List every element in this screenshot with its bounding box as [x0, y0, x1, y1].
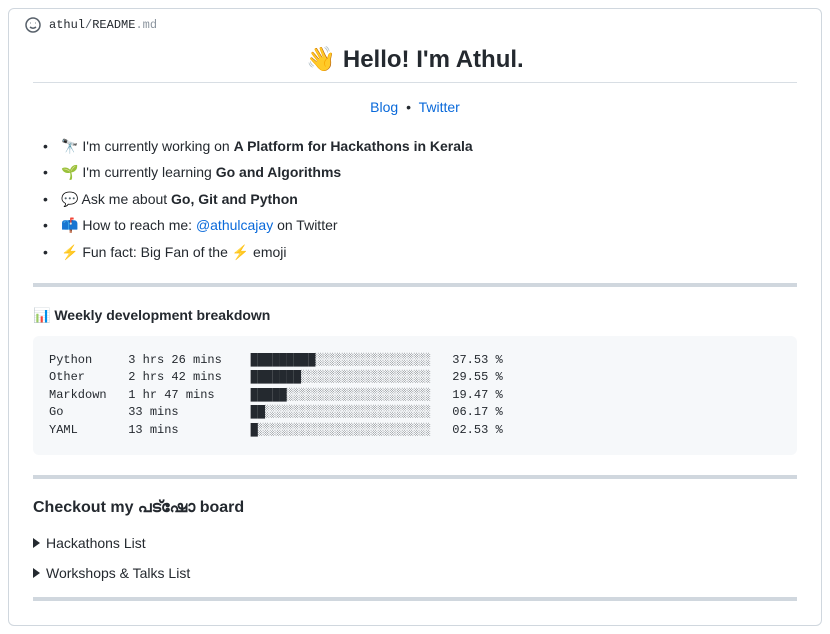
- list-item: ⚡ Fun fact: Big Fan of the ⚡ emoji: [57, 241, 797, 263]
- smiley-icon: [25, 17, 41, 33]
- checkout-word: പട്ഷോ: [138, 499, 195, 516]
- weekly-breakdown-code: Python 3 hrs 26 mins █████████░░░░░░░░░░…: [33, 336, 797, 455]
- chart-emoji: 📊: [33, 307, 50, 323]
- list-item: 💬 Ask me about Go, Git and Python: [57, 188, 797, 210]
- blog-link[interactable]: Blog: [370, 99, 398, 115]
- breadcrumb: athul/README.md: [9, 9, 821, 41]
- checkout-suffix: board: [195, 499, 244, 516]
- detail-item[interactable]: Workshops & Talks List: [33, 565, 797, 581]
- item-emoji: 💬: [61, 191, 78, 207]
- divider-2: [33, 475, 797, 479]
- title-text: Hello! I'm Athul.: [343, 46, 524, 73]
- breadcrumb-owner: athul: [49, 18, 85, 32]
- detail-item[interactable]: Hackathons List: [33, 535, 797, 551]
- detail-label: Hackathons List: [46, 535, 146, 551]
- list-item: 📫 How to reach me: @athulcajay on Twitte…: [57, 214, 797, 236]
- twitter-link[interactable]: Twitter: [419, 99, 460, 115]
- list-item: 🔭 I'm currently working on A Platform fo…: [57, 135, 797, 157]
- breadcrumb-file: README: [92, 18, 135, 32]
- breadcrumb-text: athul/README.md: [49, 18, 157, 32]
- content: 👋 Hello! I'm Athul. Blog • Twitter 🔭 I'm…: [9, 41, 821, 625]
- checkout-prefix: Checkout my: [33, 499, 138, 516]
- details-list: Hackathons List Workshops & Talks List: [33, 535, 797, 581]
- item-link[interactable]: @athulcajay: [196, 217, 273, 233]
- detail-summary[interactable]: Workshops & Talks List: [33, 565, 797, 581]
- section-title-text: Weekly development breakdown: [54, 307, 270, 323]
- checkout-title: Checkout my പട്ഷോ board: [33, 499, 797, 517]
- item-emoji: 📫: [61, 217, 78, 233]
- item-emoji: ⚡: [61, 244, 78, 260]
- breadcrumb-ext: .md: [135, 18, 157, 32]
- divider: [33, 283, 797, 287]
- item-bold: A Platform for Hackathons in Kerala: [234, 138, 473, 154]
- detail-summary[interactable]: Hackathons List: [33, 535, 797, 551]
- list-item: 🌱 I'm currently learning Go and Algorith…: [57, 161, 797, 183]
- detail-label: Workshops & Talks List: [46, 565, 190, 581]
- item-bold: Go and Algorithms: [216, 164, 341, 180]
- readme-card: athul/README.md 👋 Hello! I'm Athul. Blog…: [8, 8, 822, 626]
- wave-emoji: 👋: [306, 46, 336, 73]
- item-emoji: 🔭: [61, 138, 78, 154]
- divider-3: [33, 597, 797, 601]
- info-list: 🔭 I'm currently working on A Platform fo…: [33, 135, 797, 263]
- links-row: Blog • Twitter: [33, 99, 797, 115]
- section-title: 📊 Weekly development breakdown: [33, 307, 797, 324]
- links-sep: •: [406, 99, 411, 115]
- item-bold: Go, Git and Python: [171, 191, 298, 207]
- item-emoji: 🌱: [61, 164, 78, 180]
- page-title: 👋 Hello! I'm Athul.: [33, 45, 797, 83]
